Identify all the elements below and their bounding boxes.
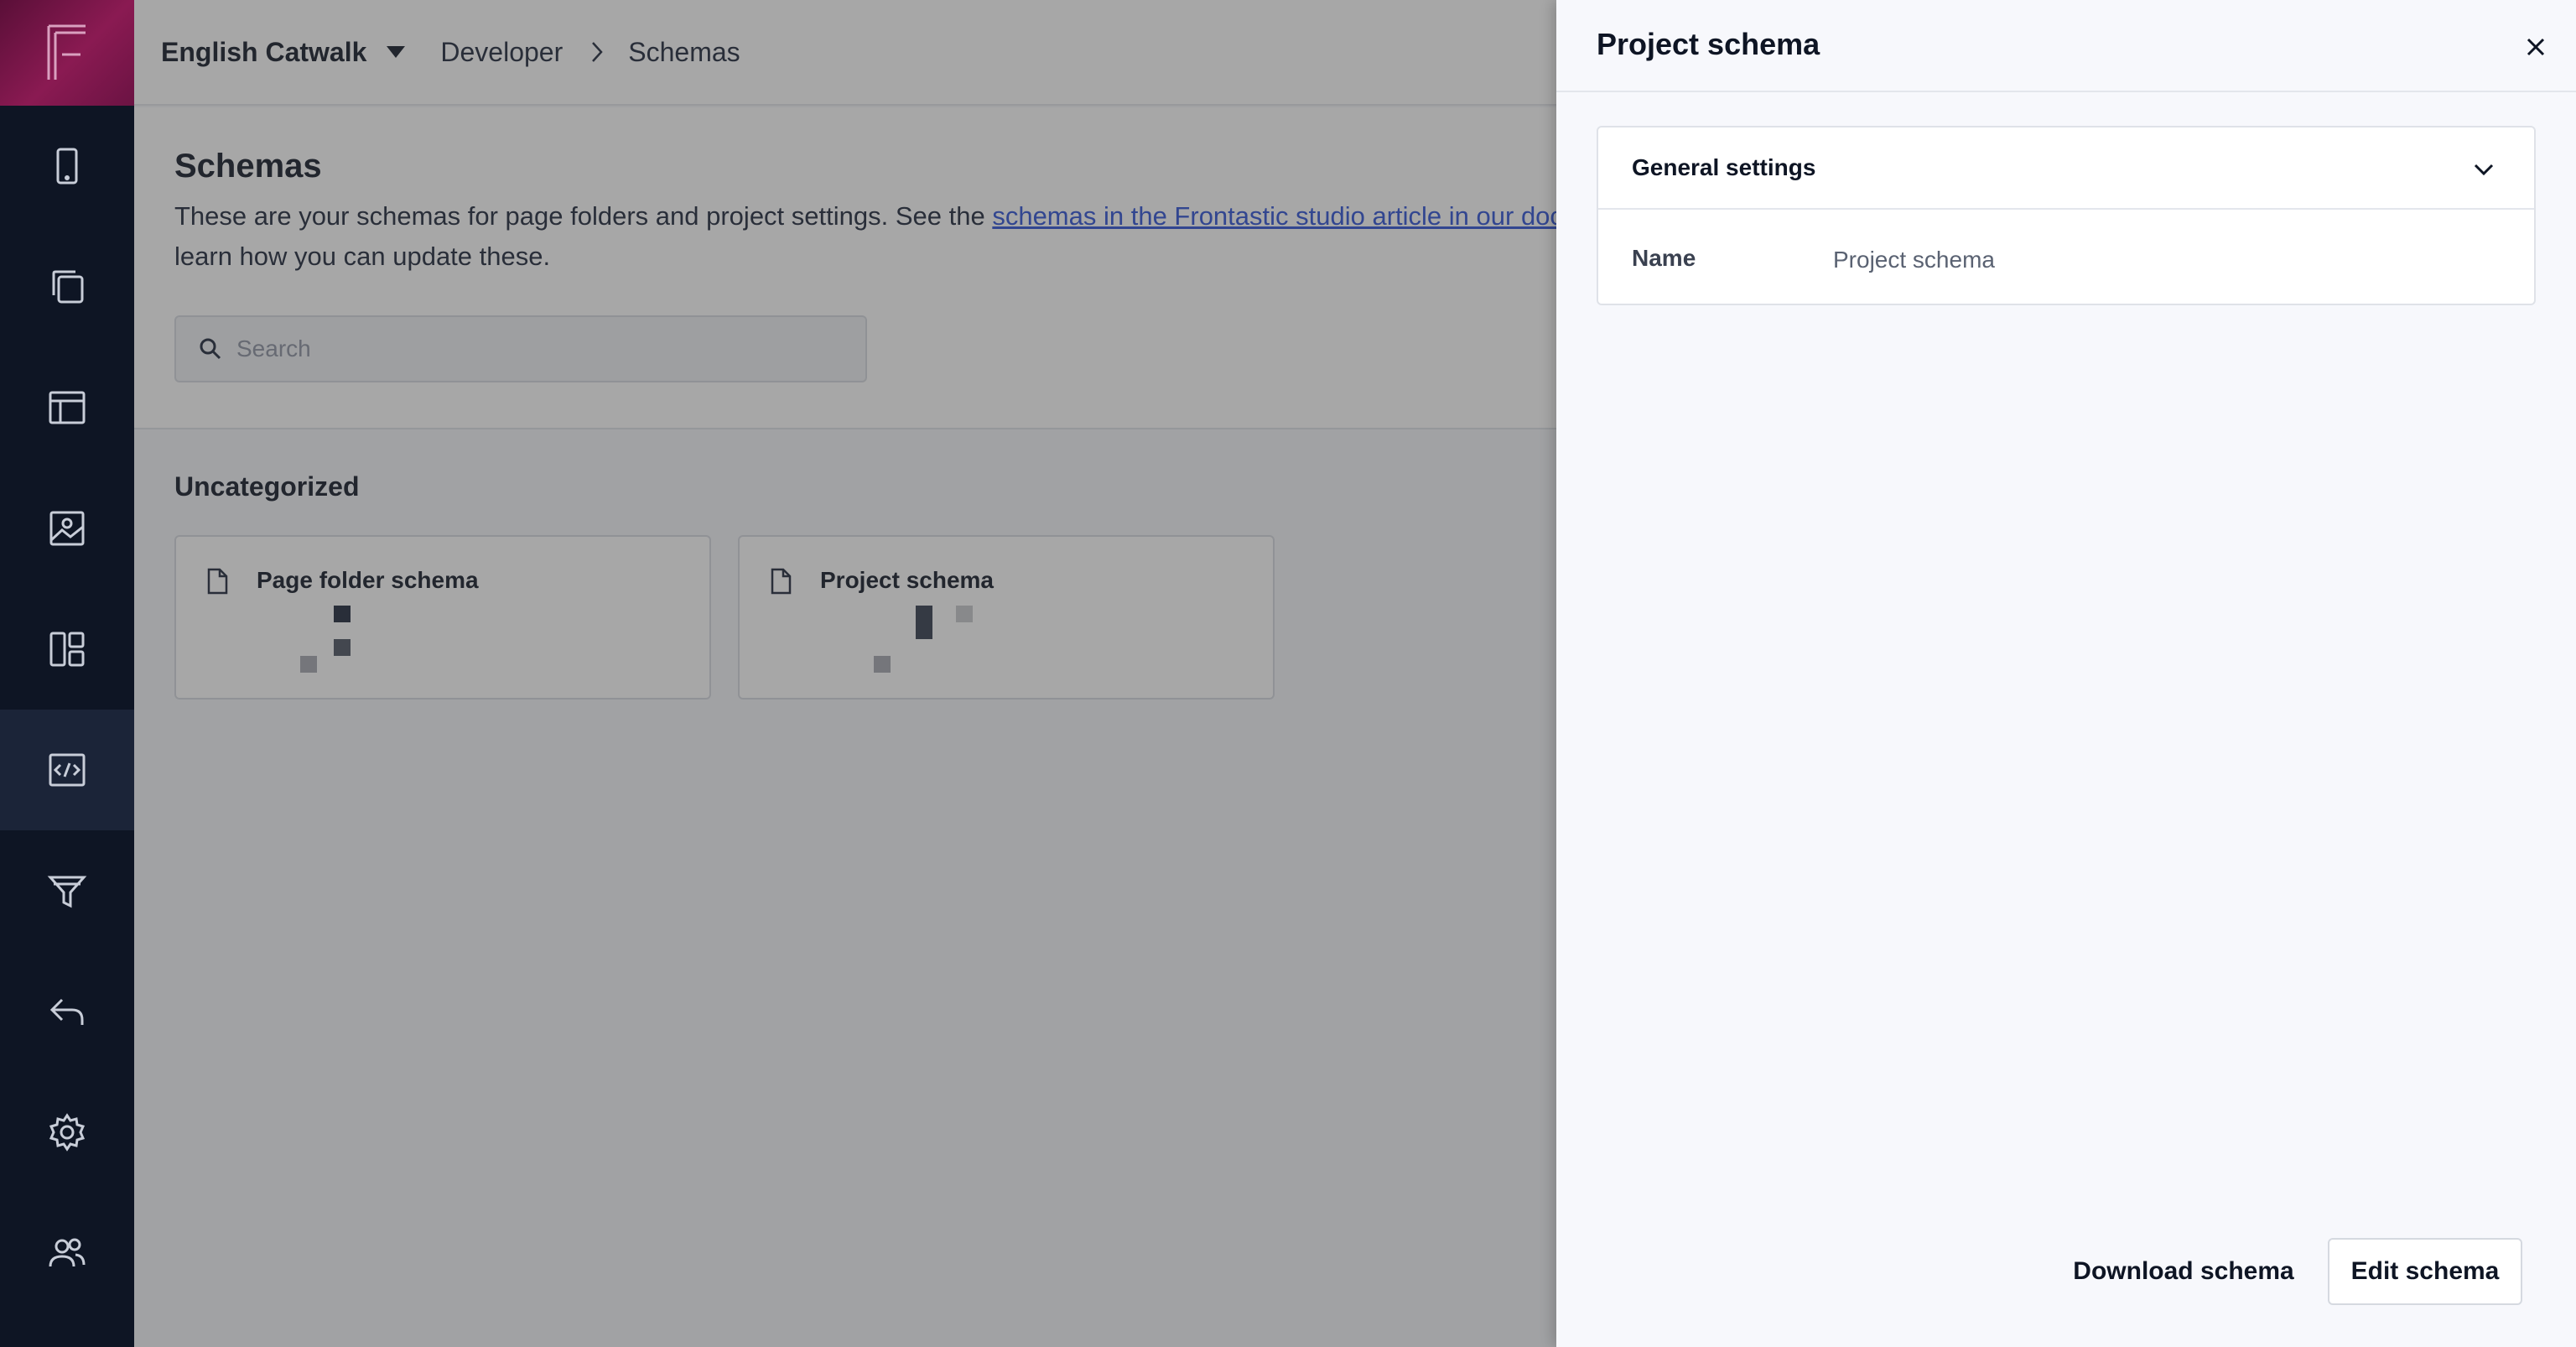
code-icon bbox=[49, 753, 86, 787]
general-settings-panel: General settings Name Project schema bbox=[1597, 126, 2536, 305]
mobile-icon bbox=[56, 148, 78, 185]
rail-item-users[interactable] bbox=[0, 1193, 134, 1313]
app-root: English Catwalk Developer Schemas Schema… bbox=[0, 0, 2576, 1347]
rail-item-undo[interactable] bbox=[0, 951, 134, 1072]
download-schema-button[interactable]: Download schema bbox=[2066, 1238, 2301, 1305]
drawer-header: Project schema bbox=[1556, 0, 2576, 92]
rail-item-filters[interactable] bbox=[0, 830, 134, 951]
gear-icon bbox=[49, 1113, 86, 1152]
panel-title: General settings bbox=[1632, 154, 1816, 180]
undo-icon bbox=[49, 998, 84, 1025]
image-icon bbox=[49, 511, 85, 546]
schema-drawer: Project schema General settings Name Pro… bbox=[1556, 0, 2576, 1347]
chevron-down-icon bbox=[2474, 164, 2494, 176]
left-rail bbox=[0, 0, 134, 1347]
users-icon bbox=[49, 1238, 86, 1267]
field-label-name: Name bbox=[1632, 245, 1696, 271]
modal-backdrop[interactable] bbox=[134, 0, 1556, 1347]
rail-item-media[interactable] bbox=[0, 468, 134, 589]
rail-item-developer[interactable] bbox=[0, 710, 134, 830]
rail-item-dashboard[interactable] bbox=[0, 589, 134, 710]
drawer-title: Project schema bbox=[1597, 27, 1820, 61]
close-button[interactable] bbox=[2519, 30, 2553, 64]
edit-schema-button[interactable]: Edit schema bbox=[2328, 1238, 2522, 1305]
field-value-name: Project schema bbox=[1833, 247, 1995, 273]
rail-item-layout[interactable] bbox=[0, 347, 134, 468]
rail-item-mobile[interactable] bbox=[0, 106, 134, 226]
logo-icon bbox=[47, 24, 86, 80]
rail-item-pages[interactable] bbox=[0, 226, 134, 347]
copy-pages-icon bbox=[52, 270, 84, 304]
frontastic-logo[interactable] bbox=[0, 0, 134, 106]
layout-icon bbox=[49, 391, 86, 424]
filter-icon bbox=[47, 876, 87, 908]
general-settings-header[interactable]: General settings bbox=[1598, 127, 2534, 210]
dashboard-icon bbox=[49, 632, 85, 667]
close-icon bbox=[2527, 38, 2545, 56]
rail-item-settings[interactable] bbox=[0, 1072, 134, 1193]
